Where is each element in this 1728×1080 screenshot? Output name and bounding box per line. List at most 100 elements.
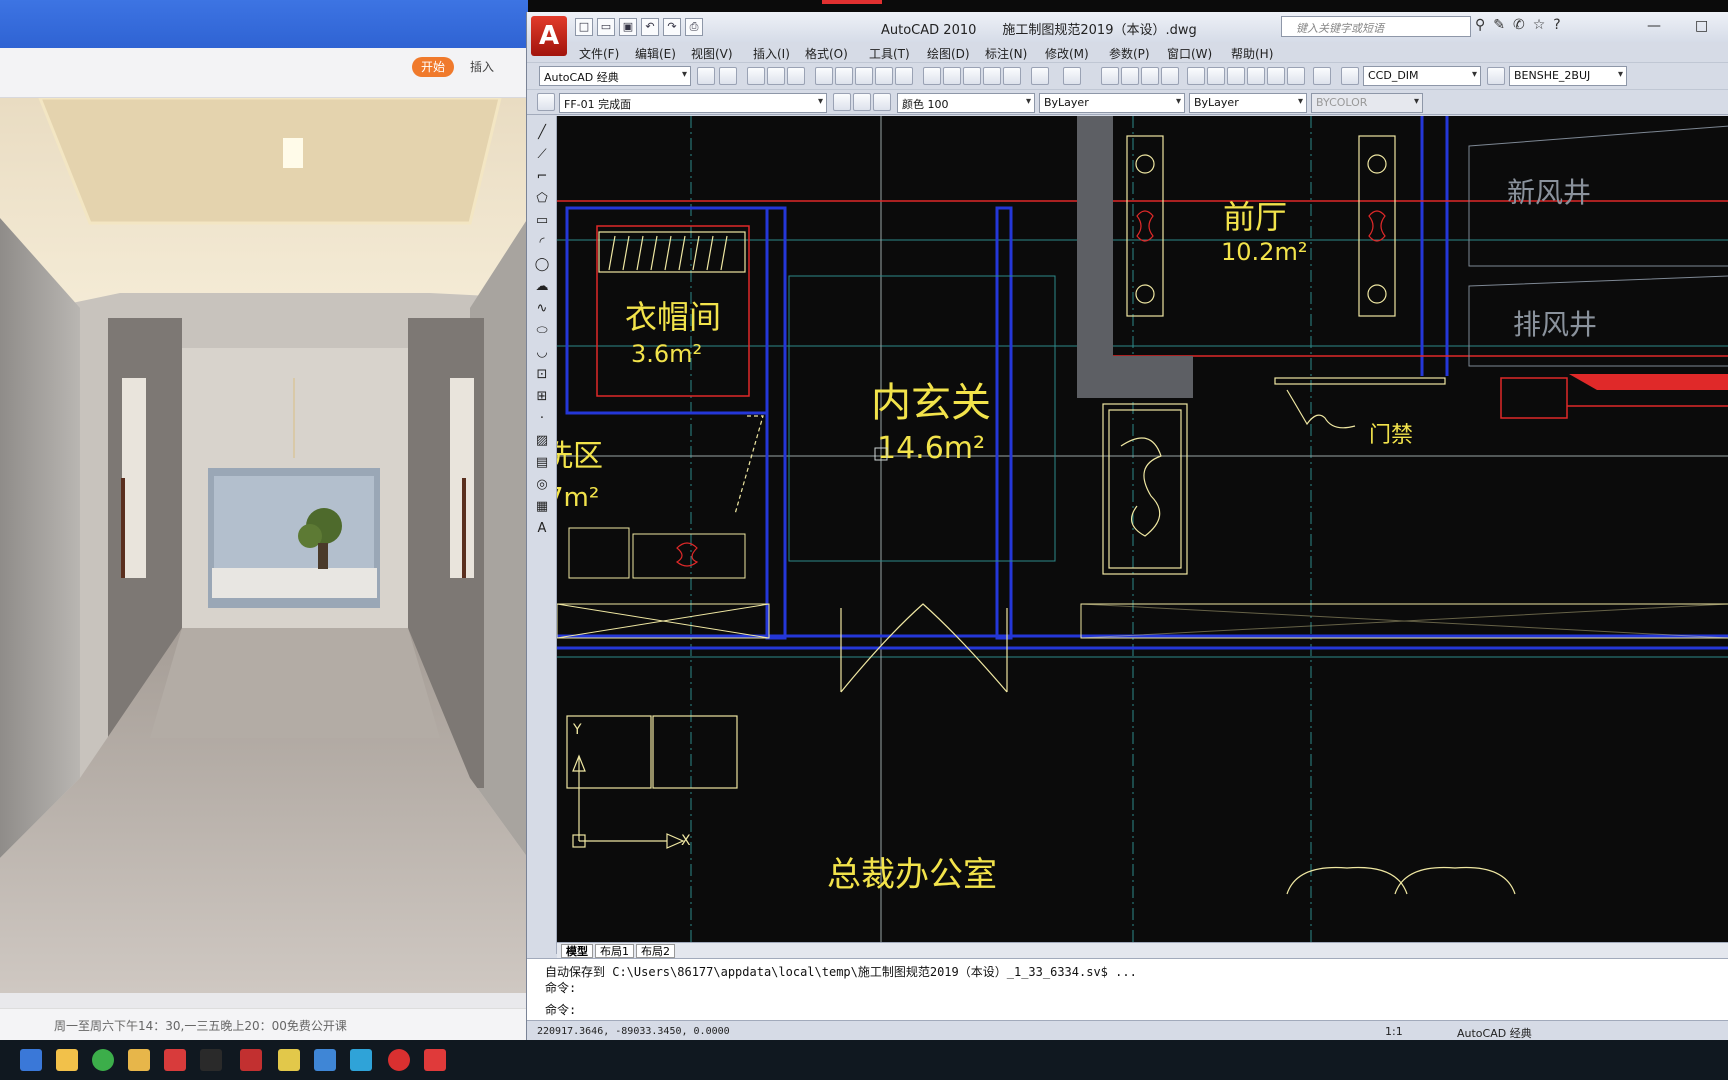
- workspace-lock-icon[interactable]: [719, 67, 737, 85]
- autocad-taskbar-icon[interactable]: [240, 1049, 262, 1071]
- make-block-icon[interactable]: ⊞: [533, 388, 551, 406]
- maximize-icon[interactable]: □: [1695, 18, 1708, 34]
- tool-palettes-icon[interactable]: [1227, 67, 1245, 85]
- minimize-icon[interactable]: —: [1647, 18, 1661, 34]
- menu-draw[interactable]: 绘图(D): [927, 45, 970, 62]
- comm-center-icon[interactable]: ✆: [1513, 17, 1525, 33]
- chat-icon[interactable]: [314, 1049, 336, 1071]
- polygon-icon[interactable]: ⬠: [533, 190, 551, 208]
- print-preview-icon[interactable]: [835, 67, 853, 85]
- undo-toolbar-icon[interactable]: [1031, 67, 1049, 85]
- redo-icon[interactable]: ↷: [663, 18, 681, 36]
- menu-help[interactable]: 帮助(H): [1231, 45, 1273, 62]
- arc-icon[interactable]: ◜: [533, 234, 551, 252]
- table-icon[interactable]: ▦: [533, 498, 551, 516]
- hatch-icon[interactable]: ▨: [533, 432, 551, 450]
- save-icon[interactable]: ▣: [619, 18, 637, 36]
- menu-dimension[interactable]: 标注(N): [985, 45, 1027, 62]
- construction-line-icon[interactable]: ⟋: [533, 146, 551, 164]
- plotstyle-combo[interactable]: BYCOLOR: [1311, 93, 1423, 113]
- cut-icon[interactable]: [923, 67, 941, 85]
- design-center-icon[interactable]: [1207, 67, 1225, 85]
- print-icon[interactable]: [815, 67, 833, 85]
- start-tab[interactable]: 开始: [412, 57, 454, 77]
- menu-format[interactable]: 格式(O): [805, 45, 848, 62]
- music-icon[interactable]: [388, 1049, 410, 1071]
- color-combo[interactable]: 颜色 100: [897, 93, 1035, 113]
- redo-toolbar-icon[interactable]: [1063, 67, 1081, 85]
- revision-cloud-icon[interactable]: ☁: [533, 278, 551, 296]
- region-icon[interactable]: ◎: [533, 476, 551, 494]
- drawing-canvas[interactable]: X Y 衣帽间 3.6m² 内玄关 14.6m² 前厅 10.2m² 洗区 7m…: [557, 116, 1728, 954]
- help-toolbar-icon[interactable]: [1313, 67, 1331, 85]
- menu-edit[interactable]: 编辑(E): [635, 45, 676, 62]
- undo-icon[interactable]: ↶: [641, 18, 659, 36]
- gradient-icon[interactable]: ▤: [533, 454, 551, 472]
- insert-block-icon[interactable]: ⊡: [533, 366, 551, 384]
- annotation-scale[interactable]: 1:1: [1385, 1025, 1403, 1038]
- plot-icon[interactable]: ⎙: [685, 18, 703, 36]
- insert-tab[interactable]: 插入: [470, 58, 494, 75]
- workspace-switch[interactable]: AutoCAD 经典: [1457, 1025, 1532, 1041]
- layer-state-icon[interactable]: [873, 93, 891, 111]
- store-icon[interactable]: [56, 1049, 78, 1071]
- new-icon[interactable]: [747, 67, 765, 85]
- layer-previous-icon[interactable]: [853, 93, 871, 111]
- linetype-combo[interactable]: ByLayer: [1039, 93, 1185, 113]
- help-search-input[interactable]: 键入关键字或短语: [1281, 16, 1471, 37]
- block-editor-icon[interactable]: [1003, 67, 1021, 85]
- workspace-settings-icon[interactable]: [697, 67, 715, 85]
- lineweight-combo[interactable]: ByLayer: [1189, 93, 1307, 113]
- command-prompt[interactable]: 命令:: [545, 1001, 576, 1018]
- make-current-icon[interactable]: [833, 93, 851, 111]
- tab-model[interactable]: 模型: [561, 944, 593, 958]
- save-toolbar-icon[interactable]: [787, 67, 805, 85]
- copy-icon[interactable]: [943, 67, 961, 85]
- markup-icon[interactable]: [1267, 67, 1285, 85]
- browser-icon[interactable]: [92, 1049, 114, 1071]
- menu-window[interactable]: 窗口(W): [1167, 45, 1212, 62]
- text-style-icon[interactable]: [1341, 67, 1359, 85]
- properties-icon[interactable]: [1187, 67, 1205, 85]
- pan-icon[interactable]: [1101, 67, 1119, 85]
- menu-modify[interactable]: 修改(M): [1045, 45, 1089, 62]
- file-explorer-icon[interactable]: [128, 1049, 150, 1071]
- publish-icon[interactable]: [855, 67, 873, 85]
- layer-manager-icon[interactable]: [537, 93, 555, 111]
- menu-parametric[interactable]: 参数(P): [1109, 45, 1150, 62]
- line-icon[interactable]: ╱: [533, 124, 551, 142]
- favorites-icon[interactable]: ☆: [1533, 17, 1546, 33]
- key-icon[interactable]: ✎: [1493, 17, 1505, 33]
- ellipse-icon[interactable]: ⬭: [533, 322, 551, 340]
- application-menu-button[interactable]: A: [531, 16, 567, 56]
- layer-combo[interactable]: FF-01 完成面: [559, 93, 827, 113]
- dimstyle-combo[interactable]: CCD_DIM: [1363, 66, 1481, 86]
- desktop-icon[interactable]: [20, 1049, 42, 1071]
- match-properties-icon[interactable]: [983, 67, 1001, 85]
- notes-icon[interactable]: [278, 1049, 300, 1071]
- video-icon[interactable]: [424, 1049, 446, 1071]
- dim-style-icon[interactable]: [1487, 67, 1505, 85]
- app-icon[interactable]: [350, 1049, 372, 1071]
- tab-layout1[interactable]: 布局1: [595, 944, 634, 958]
- menu-insert[interactable]: 插入(I): [753, 45, 790, 62]
- command-line[interactable]: 自动保存到 C:\Users\86177\appdata\local\temp\…: [527, 958, 1728, 1020]
- menu-file[interactable]: 文件(F): [579, 45, 619, 62]
- point-icon[interactable]: ·: [533, 410, 551, 428]
- zoom-previous-icon[interactable]: [1161, 67, 1179, 85]
- zoom-realtime-icon[interactable]: [1121, 67, 1139, 85]
- etransmit-icon[interactable]: [895, 67, 913, 85]
- help-icon[interactable]: ?: [1553, 17, 1560, 33]
- spline-icon[interactable]: ∿: [533, 300, 551, 318]
- 3d-dwf-icon[interactable]: [875, 67, 893, 85]
- xmind-icon[interactable]: [164, 1049, 186, 1071]
- quickcalc-icon[interactable]: [1287, 67, 1305, 85]
- zoom-window-icon[interactable]: [1141, 67, 1159, 85]
- tab-layout2[interactable]: 布局2: [636, 944, 675, 958]
- menu-view[interactable]: 视图(V): [691, 45, 733, 62]
- textstyle-combo[interactable]: BENSHE_2BUJ: [1509, 66, 1627, 86]
- menu-tools[interactable]: 工具(T): [869, 45, 910, 62]
- sheet-set-icon[interactable]: [1247, 67, 1265, 85]
- polyline-icon[interactable]: ⌐: [533, 168, 551, 186]
- multiline-text-icon[interactable]: A: [533, 520, 551, 538]
